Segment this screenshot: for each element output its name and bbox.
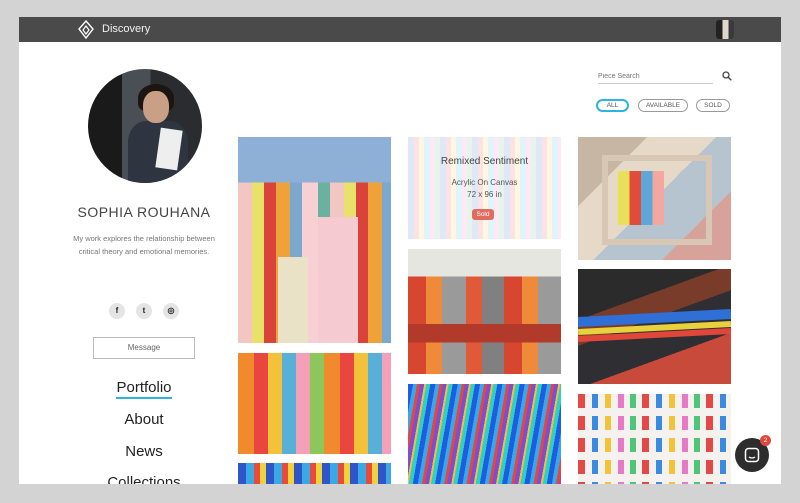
artwork-tile[interactable] xyxy=(238,137,391,343)
artwork-size: 72 x 96 in xyxy=(467,190,502,199)
social-links: f t ◎ xyxy=(109,303,181,320)
sold-badge: Sold xyxy=(472,209,494,220)
artwork-tile[interactable] xyxy=(408,384,561,484)
artwork-tile[interactable] xyxy=(238,353,391,454)
artwork-medium: Acrylic On Canvas xyxy=(451,178,518,187)
nav-label: Collections xyxy=(107,474,181,484)
artwork-tile-hovered[interactable]: Remixed Sentiment Acrylic On Canvas 72 x… xyxy=(408,137,561,239)
artist-sidebar: SOPHIA ROUHANA My work explores the rela… xyxy=(59,42,229,484)
artwork-hover-overlay: Remixed Sentiment Acrylic On Canvas 72 x… xyxy=(408,137,561,239)
facebook-icon[interactable]: f xyxy=(109,303,125,319)
filter-sold[interactable]: SOLD xyxy=(696,99,730,112)
artwork-tile[interactable] xyxy=(578,269,731,384)
browser-viewport: Discovery SOPHIA ROUHANA My work explore… xyxy=(19,17,781,484)
nav-label: Portfolio xyxy=(116,379,172,399)
artwork-tile[interactable] xyxy=(578,137,731,260)
nav-label: About xyxy=(124,411,164,428)
nav-about[interactable]: About xyxy=(59,411,229,428)
brand-name[interactable]: Discovery xyxy=(102,23,150,35)
logo-icon[interactable] xyxy=(78,20,94,39)
artist-bio: My work explores the relationship betwee… xyxy=(73,234,215,256)
artwork-tile[interactable] xyxy=(408,249,561,374)
nav-collections[interactable]: Collections xyxy=(59,474,229,484)
artwork-tile[interactable] xyxy=(238,463,391,484)
instagram-icon[interactable]: ◎ xyxy=(163,303,179,319)
chat-unread-badge: 2 xyxy=(760,435,771,446)
nav-label: News xyxy=(125,443,163,460)
artwork-title: Remixed Sentiment xyxy=(440,156,529,167)
nav-news[interactable]: News xyxy=(59,443,229,460)
filter-available[interactable]: AVAILABLE xyxy=(638,99,688,112)
chat-launcher-button[interactable]: 2 xyxy=(735,435,771,472)
message-button[interactable]: Message xyxy=(93,337,195,359)
artwork-tile[interactable] xyxy=(578,394,731,484)
profile-photo xyxy=(88,69,202,183)
filter-all[interactable]: ALL xyxy=(596,99,629,112)
piece-search-input[interactable] xyxy=(598,70,713,84)
twitter-icon[interactable]: t xyxy=(136,303,152,319)
top-navbar: Discovery xyxy=(19,17,781,42)
nav-portfolio[interactable]: Portfolio xyxy=(59,379,229,399)
chat-icon xyxy=(744,447,760,463)
search-icon[interactable] xyxy=(722,71,732,81)
artist-name: SOPHIA ROUHANA xyxy=(77,204,211,220)
user-avatar[interactable] xyxy=(716,20,734,39)
